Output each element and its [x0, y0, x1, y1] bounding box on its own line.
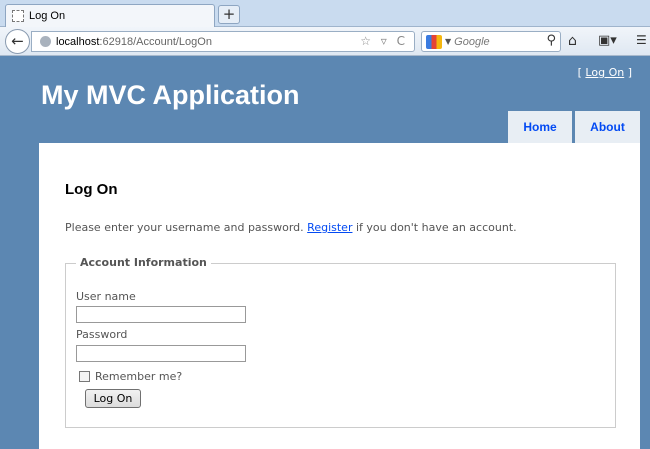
fieldset-legend: Account Information — [76, 256, 211, 269]
menu-item-about[interactable]: About — [575, 111, 640, 143]
globe-icon — [40, 36, 51, 47]
navigation-bar: ← localhost:62918/Account/LogOn ☆ ▿ C ▼ … — [0, 27, 650, 56]
reload-icon[interactable]: ☆ ▿ C — [360, 34, 408, 48]
log-on-button[interactable]: Log On — [85, 389, 141, 408]
more-icon[interactable]: ☰ — [636, 33, 647, 47]
intro-text: Please enter your username and password.… — [65, 221, 517, 234]
menu-item-home[interactable]: Home — [508, 111, 572, 143]
chevron-down-icon[interactable]: ▼ — [445, 37, 451, 46]
url-path: :62918/Account/LogOn — [99, 35, 212, 48]
browser-tab[interactable]: Log On — [5, 4, 215, 27]
main-content: Log On Please enter your username and pa… — [39, 143, 640, 449]
intro-text-start: Please enter your username and password. — [65, 221, 308, 234]
remember-me-checkbox[interactable] — [79, 371, 90, 382]
url-host: localhost — [56, 35, 100, 48]
password-label: Password — [76, 328, 128, 341]
page-title: Log On — [65, 181, 118, 198]
bookmark-icon[interactable]: ▣▾ — [598, 33, 617, 48]
search-bar[interactable]: ▼ Google ⚲ — [421, 31, 561, 52]
tab-title: Log On — [29, 10, 66, 22]
username-label: User name — [76, 290, 136, 303]
remember-me-row: Remember me? — [79, 370, 182, 383]
password-field[interactable] — [76, 345, 246, 362]
account-information-fieldset: Account Information User name Password R… — [65, 256, 616, 428]
search-icon[interactable]: ⚲ — [546, 33, 556, 48]
remember-me-label[interactable]: Remember me? — [95, 370, 182, 383]
app-title: My MVC Application — [41, 80, 300, 110]
login-bracket-close: ] — [624, 66, 632, 79]
login-display: [ Log On ] — [578, 66, 632, 79]
address-bar[interactable]: localhost:62918/Account/LogOn ☆ ▿ C — [31, 31, 415, 52]
main-menu: Home About — [508, 111, 640, 143]
intro-text-end: if you don't have an account. — [352, 221, 517, 234]
back-icon: ← — [11, 32, 24, 50]
page-icon — [12, 10, 24, 22]
google-icon[interactable] — [426, 34, 442, 49]
back-button[interactable]: ← — [5, 29, 30, 54]
search-input[interactable]: Google — [454, 36, 489, 48]
register-link[interactable]: Register — [307, 221, 352, 234]
tab-strip: Log On + — [0, 0, 650, 27]
new-tab-button[interactable]: + — [218, 5, 240, 24]
login-link[interactable]: Log On — [585, 66, 624, 79]
username-field[interactable] — [76, 306, 246, 323]
home-icon[interactable]: ⌂ — [568, 33, 577, 49]
